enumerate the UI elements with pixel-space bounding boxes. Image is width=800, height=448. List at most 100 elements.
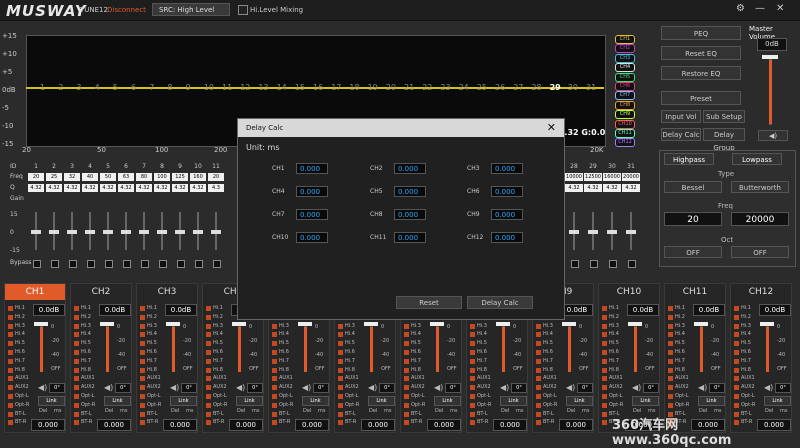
dialog-delay-input[interactable]: 0.000 [296, 232, 328, 243]
eq-point[interactable]: 13 [258, 83, 268, 92]
link-button[interactable]: Link [500, 396, 527, 406]
channel-delay-value[interactable]: 0.000 [427, 419, 461, 431]
input-mix-checkbox[interactable] [140, 341, 145, 347]
channel-volume-slider[interactable] [562, 322, 576, 326]
input-mix-checkbox[interactable] [74, 323, 79, 329]
band-freq[interactable]: 125 [172, 173, 188, 181]
band-gain-slider[interactable] [588, 230, 598, 234]
band-gain-slider[interactable] [121, 230, 131, 234]
channel-volume-slider[interactable] [364, 322, 378, 326]
input-mix-checkbox[interactable] [74, 358, 79, 364]
input-mix-checkbox[interactable] [74, 402, 79, 408]
band-gain-slider[interactable] [85, 230, 95, 234]
input-mix-checkbox[interactable] [8, 332, 13, 338]
input-mix-checkbox[interactable] [734, 323, 739, 329]
channel-volume-slider[interactable] [232, 322, 246, 326]
band-q[interactable]: 4.32 [172, 184, 188, 192]
input-mix-checkbox[interactable] [338, 323, 343, 329]
input-mix-checkbox[interactable] [206, 394, 211, 399]
eq-point[interactable]: 6 [131, 83, 136, 92]
input-mix-checkbox[interactable] [206, 332, 211, 338]
input-mix-checkbox[interactable] [338, 385, 343, 391]
dialog-delay-input[interactable]: 0.000 [394, 209, 426, 220]
input-mix-checkbox[interactable] [602, 402, 607, 408]
speaker-icon[interactable]: ◀) [434, 383, 443, 392]
highpass-oct-select[interactable]: OFF [664, 246, 722, 258]
link-button[interactable]: Link [236, 396, 263, 406]
input-mix-checkbox[interactable] [602, 341, 607, 347]
input-mix-checkbox[interactable] [668, 341, 673, 347]
channel-tab[interactable]: CH3 [137, 284, 197, 300]
input-mix-checkbox[interactable] [8, 323, 13, 329]
channel-key[interactable]: CH12 [615, 138, 635, 148]
input-mix-checkbox[interactable] [272, 332, 277, 338]
input-mix-checkbox[interactable] [602, 367, 607, 373]
eq-point[interactable]: 4 [95, 83, 100, 92]
preset-button[interactable]: Preset [661, 91, 741, 105]
input-mix-checkbox[interactable] [140, 385, 145, 391]
input-mix-checkbox[interactable] [734, 402, 739, 408]
channel-key[interactable]: CH11 [615, 129, 635, 138]
input-mix-checkbox[interactable] [668, 402, 673, 408]
channel-volume-slider[interactable] [760, 322, 774, 326]
band-freq[interactable]: 20000 [622, 173, 640, 181]
input-mix-checkbox[interactable] [602, 420, 607, 426]
eq-point[interactable]: 9 [186, 83, 191, 92]
input-mix-checkbox[interactable] [74, 376, 79, 382]
channel-tab[interactable]: CH11 [665, 284, 725, 300]
channel-delay-value[interactable]: 0.000 [97, 419, 131, 431]
band-gain-slider[interactable] [193, 230, 203, 234]
eq-point[interactable]: 23 [440, 83, 450, 92]
input-mix-checkbox[interactable] [272, 420, 277, 426]
eq-point[interactable]: 20 [386, 83, 396, 92]
link-button[interactable]: Link [368, 396, 395, 406]
eq-point[interactable]: 12 [240, 83, 250, 92]
input-mix-checkbox[interactable] [470, 350, 475, 355]
input-mix-checkbox[interactable] [206, 385, 211, 391]
bypass-checkbox[interactable] [609, 260, 617, 268]
input-mix-checkbox[interactable] [668, 332, 673, 338]
input-mix-checkbox[interactable] [8, 306, 13, 311]
input-mix-checkbox[interactable] [74, 420, 79, 426]
dialog-delay-input[interactable]: 0.000 [394, 186, 426, 197]
band-freq[interactable]: 100 [154, 173, 170, 181]
band-freq[interactable]: 12500 [584, 173, 602, 181]
input-mix-checkbox[interactable] [272, 358, 277, 364]
hi-level-mixing-checkbox[interactable] [238, 5, 248, 15]
band-freq[interactable]: 40 [82, 173, 98, 181]
eq-point[interactable]: 15 [295, 83, 305, 92]
input-mix-checkbox[interactable] [734, 376, 739, 382]
speaker-icon[interactable]: ◀) [38, 383, 47, 392]
phase-value[interactable]: 0° [445, 383, 461, 393]
link-button[interactable]: Link [764, 396, 791, 406]
input-mix-checkbox[interactable] [140, 314, 145, 320]
input-mix-checkbox[interactable] [338, 394, 343, 399]
band-q[interactable]: 4.32 [565, 184, 583, 192]
channel-volume-slider[interactable] [100, 322, 114, 326]
highpass-tab[interactable]: Highpass [664, 153, 714, 165]
band-q[interactable]: 4.32 [136, 184, 152, 192]
band-freq[interactable]: 20 [208, 173, 224, 181]
input-mix-checkbox[interactable] [668, 376, 673, 382]
input-mix-checkbox[interactable] [206, 314, 211, 320]
input-mix-checkbox[interactable] [338, 420, 343, 426]
band-q[interactable]: 4.32 [46, 184, 62, 192]
close-icon[interactable]: ✕ [547, 121, 556, 134]
input-mix-checkbox[interactable] [140, 420, 145, 426]
band-q[interactable]: 4.32 [622, 184, 640, 192]
band-q[interactable]: 4.32 [603, 184, 621, 192]
reset-eq-button[interactable]: Reset EQ [661, 46, 741, 60]
input-mix-checkbox[interactable] [404, 420, 409, 426]
input-mix-checkbox[interactable] [470, 376, 475, 382]
input-mix-checkbox[interactable] [272, 341, 277, 347]
input-mix-checkbox[interactable] [470, 367, 475, 373]
dialog-delay-input[interactable]: 0.000 [491, 232, 523, 243]
input-mix-checkbox[interactable] [140, 367, 145, 373]
input-mix-checkbox[interactable] [602, 350, 607, 355]
channel-gain-value[interactable]: 0.0dB [99, 304, 131, 316]
band-gain-slider[interactable] [139, 230, 149, 234]
channel-key[interactable]: CH1 [615, 35, 635, 44]
bypass-checkbox[interactable] [628, 260, 636, 268]
band-q[interactable]: 4.32 [64, 184, 80, 192]
input-mix-checkbox[interactable] [602, 358, 607, 364]
